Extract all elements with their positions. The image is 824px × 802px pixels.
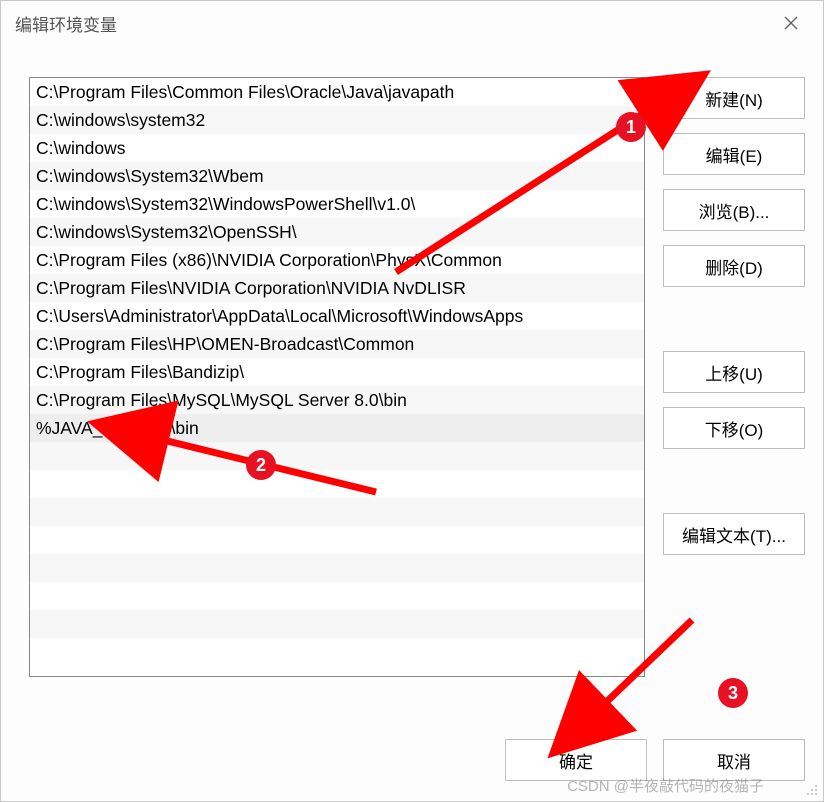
delete-button[interactable]: 删除(D)	[663, 245, 805, 287]
empty-row	[30, 582, 644, 610]
button-gap	[663, 301, 805, 337]
path-row[interactable]: C:\Program Files (x86)\NVIDIA Corporatio…	[30, 246, 644, 274]
annotation-badge-3: 3	[718, 678, 748, 708]
annotation-badge-2: 2	[246, 450, 276, 480]
path-listbox[interactable]: C:\Program Files\Common Files\Oracle\Jav…	[29, 77, 645, 677]
edit-button[interactable]: 编辑(E)	[663, 133, 805, 175]
path-row[interactable]: C:\windows\system32	[30, 106, 644, 134]
path-row[interactable]: C:\Users\Administrator\AppData\Local\Mic…	[30, 302, 644, 330]
titlebar: 编辑环境变量	[1, 1, 823, 45]
empty-row	[30, 638, 644, 666]
close-icon	[784, 16, 798, 30]
new-button[interactable]: 新建(N)	[663, 77, 805, 119]
annotation-badge-1: 1	[616, 112, 646, 142]
browse-button[interactable]: 浏览(B)...	[663, 189, 805, 231]
empty-row	[30, 470, 644, 498]
empty-row	[30, 610, 644, 638]
empty-row	[30, 526, 644, 554]
dialog-footer: 确定 取消	[505, 739, 805, 781]
path-row[interactable]: %JAVA_HOME%\bin	[30, 414, 644, 442]
edit-text-button[interactable]: 编辑文本(T)...	[663, 513, 805, 555]
path-row[interactable]: C:\Program Files\Common Files\Oracle\Jav…	[30, 78, 644, 106]
empty-row	[30, 498, 644, 526]
close-button[interactable]	[773, 5, 809, 41]
dialog-content: C:\Program Files\Common Files\Oracle\Jav…	[1, 45, 823, 801]
path-row[interactable]: C:\windows	[30, 134, 644, 162]
path-row[interactable]: C:\Program Files\HP\OMEN-Broadcast\Commo…	[30, 330, 644, 358]
cancel-button[interactable]: 取消	[663, 739, 805, 781]
empty-row	[30, 442, 644, 470]
dialog-title: 编辑环境变量	[15, 11, 117, 36]
path-row[interactable]: C:\Program Files\NVIDIA Corporation\NVID…	[30, 274, 644, 302]
path-row[interactable]: C:\windows\System32\OpenSSH\	[30, 218, 644, 246]
ok-button[interactable]: 确定	[505, 739, 647, 781]
path-row[interactable]: C:\windows\System32\Wbem	[30, 162, 644, 190]
env-var-edit-dialog: 编辑环境变量 C:\Program Files\Common Files\Ora…	[0, 0, 824, 802]
path-row[interactable]: C:\Program Files\Bandizip\	[30, 358, 644, 386]
empty-row	[30, 554, 644, 582]
path-row[interactable]: C:\Program Files\MySQL\MySQL Server 8.0\…	[30, 386, 644, 414]
move-up-button[interactable]: 上移(U)	[663, 351, 805, 393]
path-row[interactable]: C:\windows\System32\WindowsPowerShell\v1…	[30, 190, 644, 218]
button-gap	[663, 463, 805, 499]
move-down-button[interactable]: 下移(O)	[663, 407, 805, 449]
